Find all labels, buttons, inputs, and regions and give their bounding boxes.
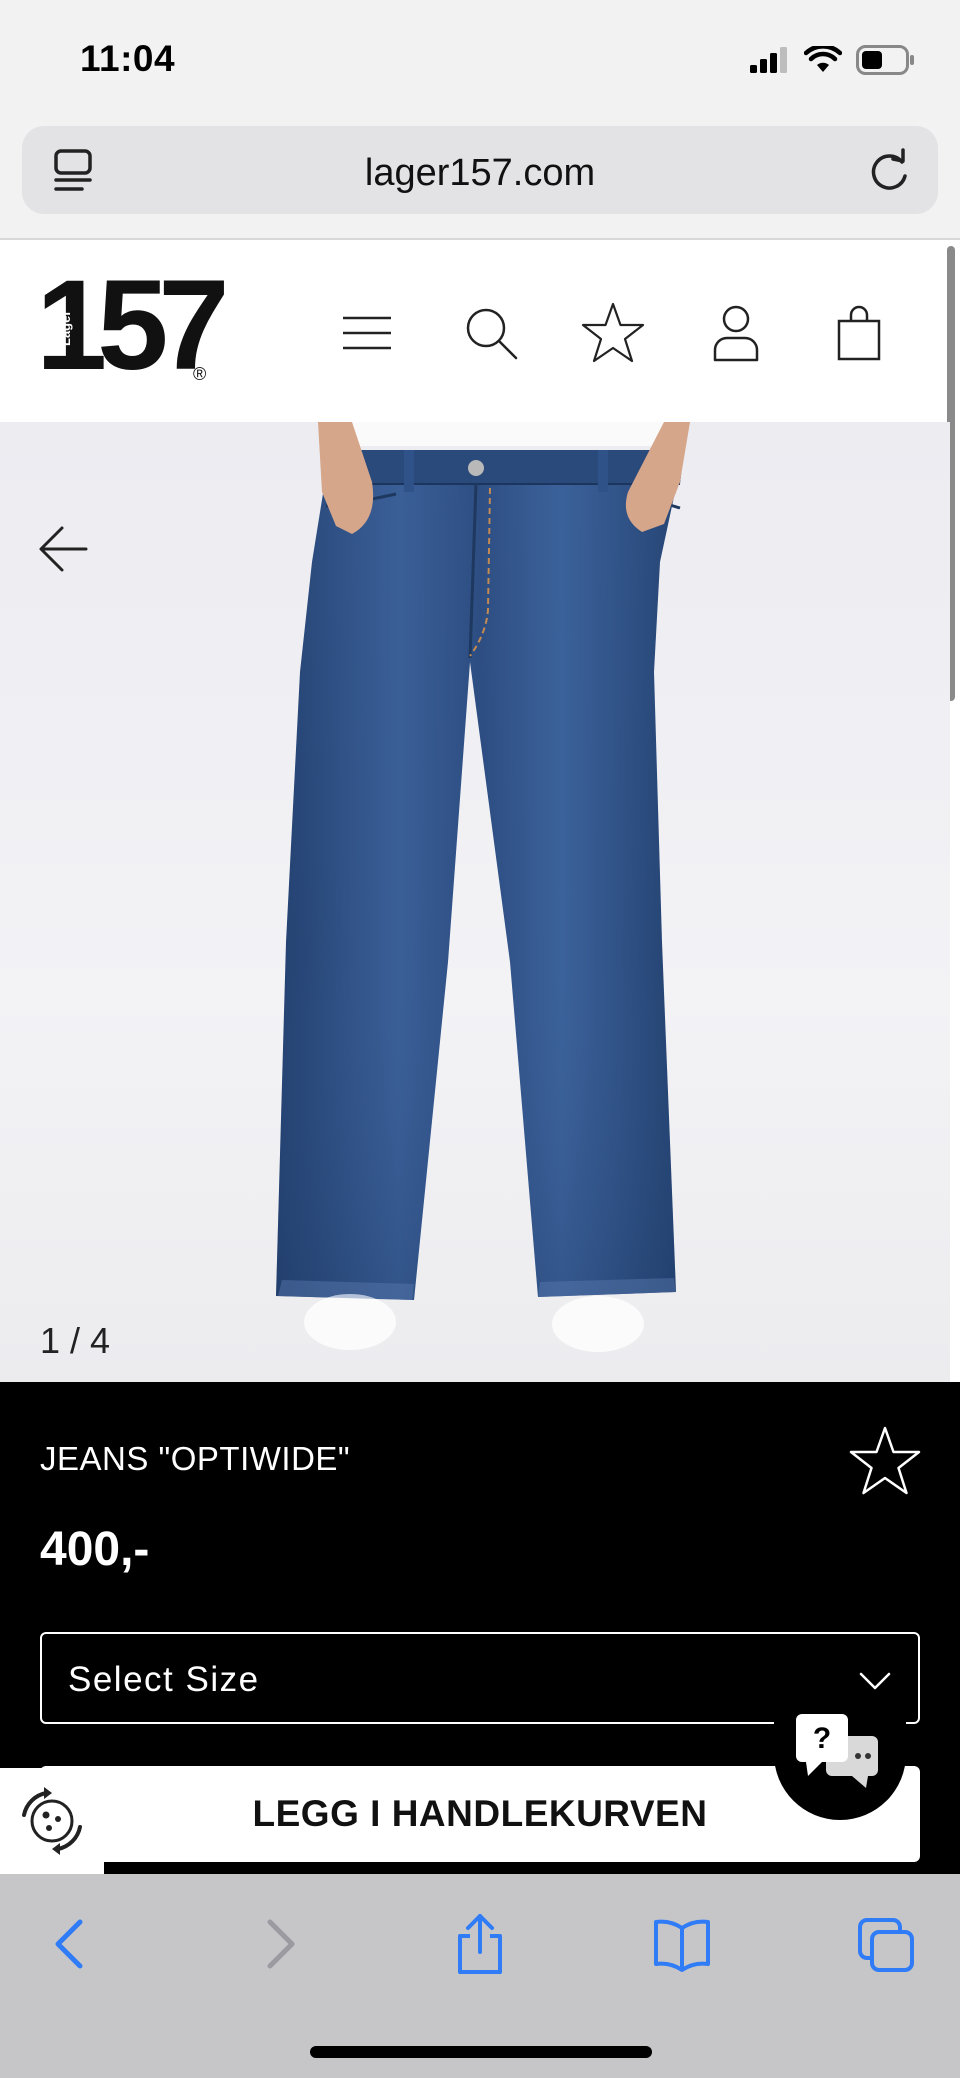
image-counter: 1 / 4 bbox=[40, 1320, 111, 1361]
wifi-icon bbox=[804, 46, 842, 72]
address-bar[interactable]: lager157.com bbox=[22, 126, 938, 214]
bookmarks-icon[interactable] bbox=[652, 1914, 712, 1974]
home-indicator bbox=[310, 2046, 652, 2058]
add-to-cart-label: LEGG I HANDLEKURVEN bbox=[252, 1793, 708, 1834]
cellular-signal-icon bbox=[750, 47, 787, 73]
jeans-photo bbox=[276, 422, 690, 1352]
hamburger-menu-icon bbox=[343, 316, 391, 350]
search-icon bbox=[466, 308, 518, 360]
browser-toolbar bbox=[0, 1874, 960, 2078]
shopping-bag-icon bbox=[837, 305, 881, 361]
account-button[interactable] bbox=[699, 296, 773, 370]
cart-button[interactable] bbox=[822, 296, 896, 370]
size-select-label: Select Size bbox=[68, 1660, 260, 1699]
search-button[interactable] bbox=[454, 296, 528, 370]
status-time: 11:04 bbox=[80, 38, 176, 79]
site-header: 157 Lager ® bbox=[0, 240, 960, 422]
user-icon bbox=[713, 305, 759, 362]
reload-icon[interactable] bbox=[866, 146, 912, 194]
chat-badge-text: ? bbox=[813, 1722, 831, 1755]
url-text[interactable]: lager157.com bbox=[22, 152, 938, 195]
product-title: JEANS "OPTIWIDE" bbox=[40, 1440, 351, 1477]
status-bar: 11:04 bbox=[0, 0, 960, 120]
chat-icon: ? bbox=[796, 1714, 878, 1788]
battery-icon bbox=[856, 45, 914, 75]
forward-icon[interactable] bbox=[248, 1914, 308, 1974]
menu-button[interactable] bbox=[330, 296, 404, 370]
wishlist-button[interactable] bbox=[576, 296, 650, 370]
favorite-star-icon[interactable] bbox=[848, 1424, 922, 1498]
logo-small-text: Lager bbox=[58, 310, 73, 346]
product-image[interactable]: 1 / 4 bbox=[0, 422, 950, 1382]
back-arrow-icon[interactable] bbox=[36, 522, 90, 576]
chevron-down-icon bbox=[859, 1672, 891, 1690]
logo-registered-mark: ® bbox=[193, 364, 207, 384]
cookie-refresh-icon bbox=[22, 1787, 82, 1855]
address-bar-area: lager157.com bbox=[0, 120, 960, 238]
back-icon[interactable] bbox=[42, 1914, 102, 1974]
share-icon[interactable] bbox=[450, 1914, 510, 1974]
star-icon bbox=[581, 302, 645, 363]
cookie-settings-button[interactable] bbox=[0, 1768, 104, 1874]
tabs-icon[interactable] bbox=[856, 1914, 916, 1974]
status-icons bbox=[750, 42, 916, 78]
site-logo[interactable]: 157 Lager ® bbox=[36, 262, 230, 390]
product-price: 400,- bbox=[40, 1523, 150, 1576]
